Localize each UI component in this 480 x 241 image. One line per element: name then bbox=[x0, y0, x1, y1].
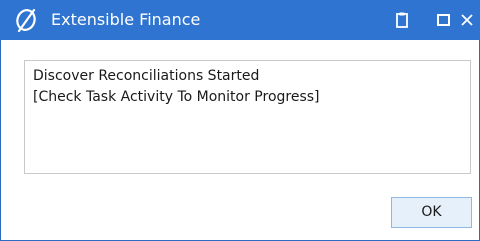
dialog-window: Extensible Finance Discover Reconciliati… bbox=[0, 0, 480, 241]
message-line-2: [Check Task Activity To Monitor Progress… bbox=[33, 89, 320, 105]
ok-button[interactable]: OK bbox=[391, 197, 472, 228]
message-line-1: Discover Reconciliations Started bbox=[33, 68, 260, 84]
window-title: Extensible Finance bbox=[51, 10, 201, 29]
message-text-area[interactable]: Discover Reconciliations Started [Check … bbox=[24, 60, 471, 174]
app-logo-icon bbox=[14, 8, 40, 33]
clipboard-icon[interactable] bbox=[392, 10, 412, 30]
maximize-icon[interactable] bbox=[434, 10, 454, 30]
title-bar[interactable]: Extensible Finance bbox=[0, 0, 480, 40]
close-icon[interactable] bbox=[457, 10, 477, 30]
